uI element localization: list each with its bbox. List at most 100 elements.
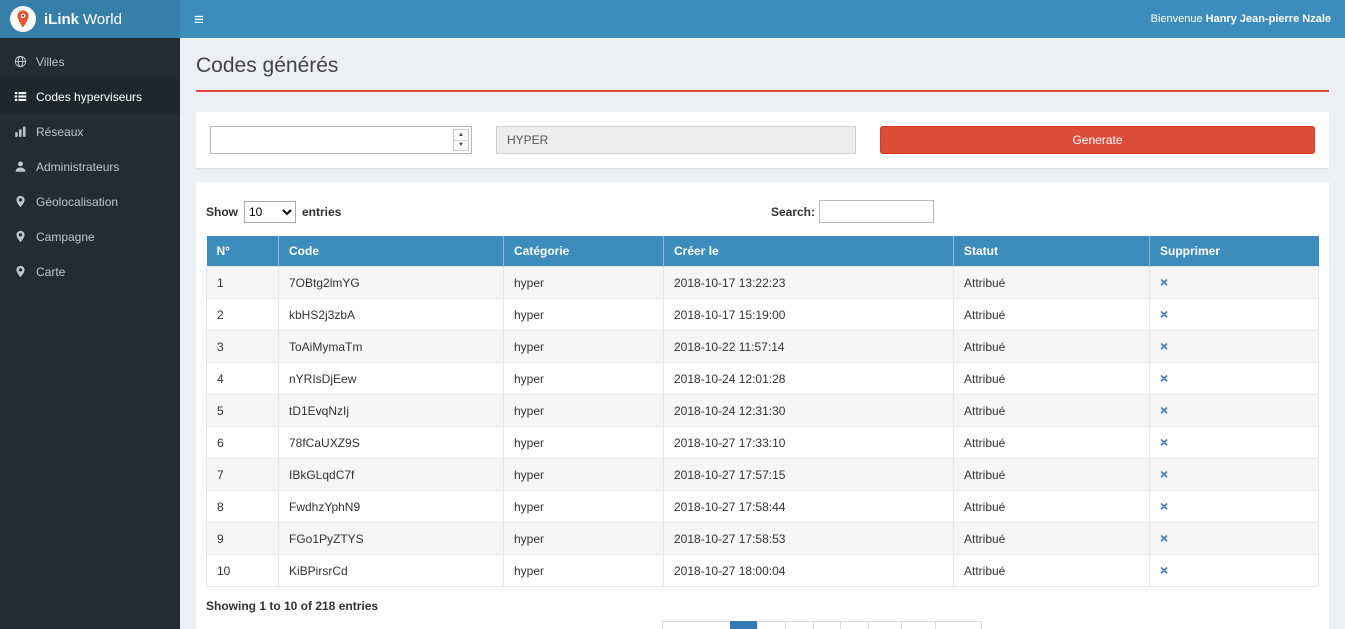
table-cell: FGo1PyZTYS	[279, 523, 504, 555]
spinner-down-icon[interactable]: ▼	[454, 141, 468, 151]
table-cell: hyper	[504, 427, 664, 459]
table-cell: hyper	[504, 363, 664, 395]
table-panel: Show 10 entries Search: N°CodeCatégorieC…	[196, 182, 1329, 629]
sidebar-item-carte[interactable]: Carte	[0, 254, 180, 289]
sidebar-item-label: Géolocalisation	[36, 195, 118, 209]
entries-select[interactable]: 10	[244, 201, 296, 223]
search-group: Search:	[771, 200, 934, 223]
generator-panel: ▲ ▼ Generate	[196, 112, 1329, 168]
table-cell: 78fCaUXZ9S	[279, 427, 504, 459]
app-logo-icon	[10, 6, 36, 32]
sidebar-menu: Villes Codes hyperviseurs Réseaux Administr…	[0, 44, 180, 289]
table-row: 5tD1EvqNzIjhyper2018-10-24 12:31:30Attri…	[207, 395, 1319, 427]
generate-button[interactable]: Generate	[880, 126, 1315, 154]
sidebar-item-campagne[interactable]: Campagne	[0, 219, 180, 254]
table-row: 8FwdhzYphN9hyper2018-10-27 17:58:44Attri…	[207, 491, 1319, 523]
hamburger-icon: ≡	[194, 10, 204, 29]
chart-icon	[14, 125, 27, 138]
column-header[interactable]: N°	[207, 236, 279, 267]
table-cell: 2018-10-17 13:22:23	[664, 267, 954, 299]
entries-label: entries	[302, 205, 341, 219]
table-cell: 2018-10-22 11:57:14	[664, 331, 954, 363]
delete-icon[interactable]: ×	[1160, 530, 1168, 546]
pagination-next[interactable]: Next	[935, 621, 982, 629]
delete-icon[interactable]: ×	[1160, 370, 1168, 386]
delete-icon[interactable]: ×	[1160, 562, 1168, 578]
pagination-ellipsis: …	[868, 621, 902, 629]
column-header[interactable]: Catégorie	[504, 236, 664, 267]
table-cell: 8	[207, 491, 279, 523]
code-count-field: ▲ ▼	[210, 126, 472, 154]
brand-title: iLinkWorld	[44, 11, 122, 28]
table-cell: kbHS2j3zbA	[279, 299, 504, 331]
table-cell: Attribué	[954, 267, 1150, 299]
sidebar-item-codes-hyperviseurs[interactable]: Codes hyperviseurs	[0, 79, 180, 114]
pagination-page-4[interactable]: 4	[813, 621, 842, 629]
page-title: Codes générés	[196, 54, 1329, 78]
map-marker-icon	[14, 230, 27, 243]
table-body: 17OBtg2lmYGhyper2018-10-17 13:22:23Attri…	[207, 267, 1319, 587]
number-spinner: ▲ ▼	[453, 129, 469, 151]
delete-icon[interactable]: ×	[1160, 498, 1168, 514]
spinner-up-icon[interactable]: ▲	[454, 130, 468, 141]
pagination: Previous12345…22Next	[206, 621, 1319, 629]
pagination-page-2[interactable]: 2	[757, 621, 786, 629]
table-cell: Attribué	[954, 491, 1150, 523]
navbar: ≡ Bienvenue Hanry Jean-pierre Nzale	[180, 0, 1345, 38]
table-cell: ×	[1150, 459, 1319, 491]
sidebar-item-label: Codes hyperviseurs	[36, 90, 142, 104]
column-header[interactable]: Statut	[954, 236, 1150, 267]
table-cell: 2018-10-27 18:00:04	[664, 555, 954, 587]
delete-icon[interactable]: ×	[1160, 434, 1168, 450]
table-cell: 2018-10-27 17:58:44	[664, 491, 954, 523]
code-count-input[interactable]	[210, 126, 472, 154]
delete-icon[interactable]: ×	[1160, 466, 1168, 482]
pagination-page-22[interactable]: 22	[901, 621, 936, 629]
sidebar-item-geolocalisation[interactable]: Géolocalisation	[0, 184, 180, 219]
sidebar-item-administrateurs[interactable]: Administrateurs	[0, 149, 180, 184]
delete-icon[interactable]: ×	[1160, 338, 1168, 354]
table-controls: Show 10 entries Search:	[206, 200, 1319, 223]
pagination-previous[interactable]: Previous	[662, 621, 731, 629]
column-header[interactable]: Code	[279, 236, 504, 267]
delete-icon[interactable]: ×	[1160, 274, 1168, 290]
table-cell: Attribué	[954, 555, 1150, 587]
table-cell: 2	[207, 299, 279, 331]
table-cell: IBkGLqdC7f	[279, 459, 504, 491]
list-icon	[14, 90, 27, 103]
table-cell: 7	[207, 459, 279, 491]
pagination-page-1[interactable]: 1	[730, 621, 759, 629]
table-cell: Attribué	[954, 363, 1150, 395]
table-cell: 4	[207, 363, 279, 395]
table-cell: ×	[1150, 331, 1319, 363]
table-cell: 7OBtg2lmYG	[279, 267, 504, 299]
table-cell: hyper	[504, 395, 664, 427]
table-cell: 2018-10-27 17:33:10	[664, 427, 954, 459]
column-header[interactable]: Créer le	[664, 236, 954, 267]
sidebar-item-reseaux[interactable]: Réseaux	[0, 114, 180, 149]
pagination-page-5[interactable]: 5	[840, 621, 869, 629]
table-info: Showing 1 to 10 of 218 entries	[206, 599, 1319, 613]
table-cell: 6	[207, 427, 279, 459]
delete-icon[interactable]: ×	[1160, 402, 1168, 418]
show-label: Show	[206, 205, 238, 219]
table-cell: Attribué	[954, 427, 1150, 459]
sidebar-item-label: Carte	[36, 265, 65, 279]
search-input[interactable]	[819, 200, 934, 223]
column-header[interactable]: Supprimer	[1150, 236, 1319, 267]
title-underline	[196, 90, 1329, 92]
sidebar-item-label: Campagne	[36, 230, 95, 244]
category-input[interactable]	[496, 126, 856, 154]
table-row: 4nYRIsDjEewhyper2018-10-24 12:01:28Attri…	[207, 363, 1319, 395]
sidebar-item-villes[interactable]: Villes	[0, 44, 180, 79]
table-cell: Attribué	[954, 395, 1150, 427]
table-cell: Attribué	[954, 331, 1150, 363]
table-row: 10KiBPirsrCdhyper2018-10-27 18:00:04Attr…	[207, 555, 1319, 587]
sidebar-item-label: Administrateurs	[36, 160, 119, 174]
sidebar-toggle[interactable]: ≡	[194, 11, 204, 28]
delete-icon[interactable]: ×	[1160, 306, 1168, 322]
brand[interactable]: iLinkWorld	[0, 0, 180, 38]
table-cell: KiBPirsrCd	[279, 555, 504, 587]
pagination-page-3[interactable]: 3	[785, 621, 814, 629]
table-cell: hyper	[504, 491, 664, 523]
